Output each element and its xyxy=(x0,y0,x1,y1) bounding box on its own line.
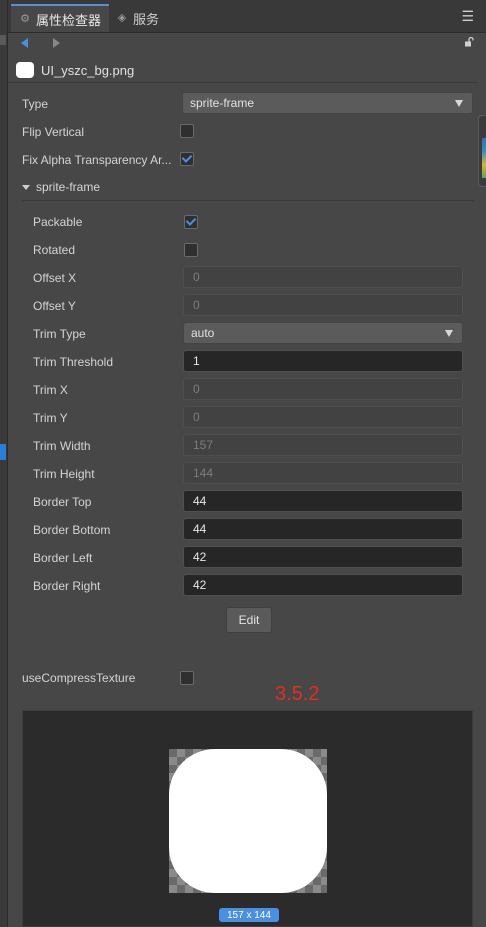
chevron-down-icon xyxy=(455,100,463,107)
trim-type-select[interactable]: auto xyxy=(183,322,463,344)
tab-services-label: 服务 xyxy=(133,11,160,27)
edit-button[interactable]: Edit xyxy=(226,607,272,633)
trim-width-value: 157 xyxy=(193,438,214,452)
packable-label: Packable xyxy=(33,215,83,229)
trim-threshold-value: 1 xyxy=(193,354,200,368)
offset-x-field: 0 xyxy=(183,266,463,288)
border-right-field[interactable]: 42 xyxy=(183,574,463,596)
trim-width-label: Trim Width xyxy=(33,439,91,453)
trim-x-label: Trim X xyxy=(33,383,68,397)
trim-threshold-field[interactable]: 1 xyxy=(183,350,463,372)
fix-alpha-checkbox[interactable] xyxy=(180,152,194,166)
trim-height-label: Trim Height xyxy=(33,467,95,481)
border-right-label: Border Right xyxy=(33,579,101,593)
border-left-label: Border Left xyxy=(33,551,93,565)
trim-y-value: 0 xyxy=(193,410,200,424)
hamburger-menu-icon[interactable]: ☰ xyxy=(461,8,474,25)
use-compress-texture-label: useCompressTexture xyxy=(22,671,136,685)
image-size-badge: 157 x 144 xyxy=(219,908,279,922)
packable-checkbox[interactable] xyxy=(184,215,198,229)
asset-thumbnail xyxy=(16,62,34,78)
sprite-preview-panel: 157 x 144 xyxy=(22,710,473,927)
trim-y-label: Trim Y xyxy=(33,411,68,425)
sprite-preview-image xyxy=(169,749,327,893)
left-panel-selection-marker xyxy=(0,444,6,460)
offset-x-value: 0 xyxy=(193,270,200,284)
trim-y-field: 0 xyxy=(183,406,463,428)
border-bottom-label: Border Bottom xyxy=(33,523,111,537)
offset-y-value: 0 xyxy=(193,298,200,312)
forward-arrow-icon[interactable] xyxy=(53,38,60,48)
type-label: Type xyxy=(22,97,49,111)
asset-name: UI_yszc_bg.png xyxy=(41,62,135,78)
sprite-frame-section-title: sprite-frame xyxy=(36,180,101,194)
asset-header: UI_yszc_bg.png xyxy=(8,58,478,83)
trim-height-field: 144 xyxy=(183,462,463,484)
border-top-value: 44 xyxy=(193,494,207,508)
offset-x-label: Offset X xyxy=(33,271,77,285)
gear-icon: ⚙ xyxy=(20,13,30,25)
tab-services[interactable]: ◈ 服务 xyxy=(108,4,167,32)
unlock-icon[interactable] xyxy=(464,37,474,47)
use-compress-texture-checkbox[interactable] xyxy=(180,671,194,685)
back-arrow-icon[interactable] xyxy=(21,38,28,48)
section-divider xyxy=(22,200,474,201)
panel-tab-bar: ⚙ 属性检查器 ◈ 服务 ☰ xyxy=(8,0,486,33)
transparency-checkerboard xyxy=(169,749,327,893)
border-left-value: 42 xyxy=(193,550,207,564)
scrollbar-minimap xyxy=(482,138,486,178)
rotated-checkbox xyxy=(184,243,198,257)
border-bottom-value: 44 xyxy=(193,522,207,536)
trim-width-field: 157 xyxy=(183,434,463,456)
fix-alpha-label: Fix Alpha Transparency Ar... xyxy=(22,153,172,167)
trim-type-value: auto xyxy=(191,326,215,340)
scrollbar-thumb[interactable] xyxy=(478,115,486,187)
offset-y-field: 0 xyxy=(183,294,463,316)
expand-caret-icon xyxy=(22,184,30,190)
sprite-frame-section-header[interactable]: sprite-frame xyxy=(22,180,100,194)
tab-inspector-label: 属性检查器 xyxy=(36,12,102,28)
left-panel-marker xyxy=(0,35,6,45)
type-select[interactable]: sprite-frame xyxy=(182,92,473,114)
type-select-value: sprite-frame xyxy=(190,96,255,110)
border-top-label: Border Top xyxy=(33,495,92,509)
tab-inspector[interactable]: ⚙ 属性检查器 xyxy=(11,4,110,32)
trim-threshold-label: Trim Threshold xyxy=(33,355,114,369)
flip-vertical-label: Flip Vertical xyxy=(22,125,85,139)
trim-x-field: 0 xyxy=(183,378,463,400)
border-left-field[interactable]: 42 xyxy=(183,546,463,568)
version-annotation: 3.5.2 xyxy=(275,683,320,705)
border-top-field[interactable]: 44 xyxy=(183,490,463,512)
left-panel-edge xyxy=(0,0,8,927)
rotated-label: Rotated xyxy=(33,243,76,257)
trim-type-label: Trim Type xyxy=(33,327,86,341)
chevron-down-icon xyxy=(445,330,453,337)
border-right-value: 42 xyxy=(193,578,207,592)
border-bottom-field[interactable]: 44 xyxy=(183,518,463,540)
navigation-row xyxy=(8,33,486,55)
eye-icon: ◈ xyxy=(117,12,127,24)
offset-y-label: Offset Y xyxy=(33,299,76,313)
trim-height-value: 144 xyxy=(193,466,214,480)
flip-vertical-checkbox[interactable] xyxy=(180,124,194,138)
trim-x-value: 0 xyxy=(193,382,200,396)
